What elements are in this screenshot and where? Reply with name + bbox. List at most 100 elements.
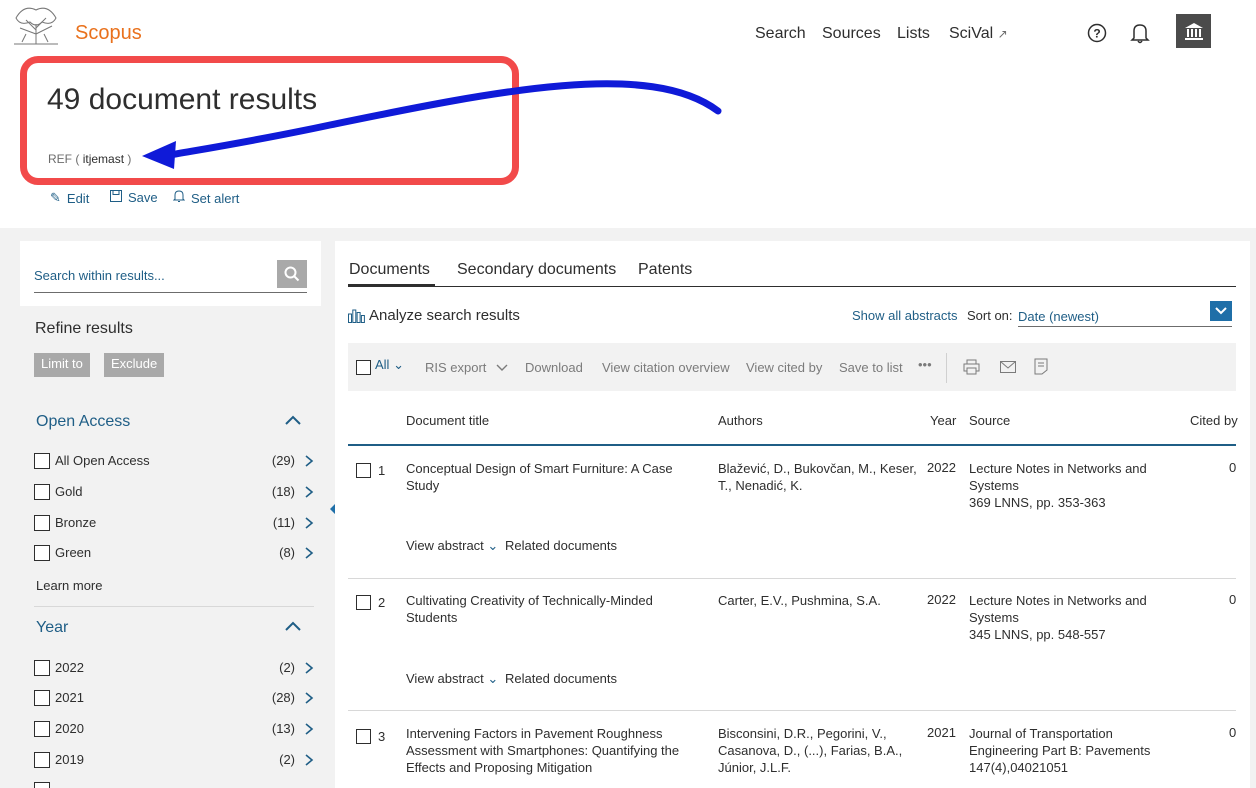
print-icon[interactable] [963, 359, 980, 375]
edit-button[interactable]: ✎ Edit [50, 190, 89, 206]
search-within-input[interactable]: Search within results... [34, 268, 165, 283]
facet-open-access-green[interactable]: Green (8) [34, 544, 314, 564]
facet-year-2022[interactable]: 2022 (2) [34, 659, 314, 679]
results-panel: Documents Secondary documents Patents An… [335, 241, 1250, 788]
related-documents-link[interactable]: Related documents [505, 538, 617, 553]
set-alert-button[interactable]: Set alert [172, 190, 239, 206]
facet-open-access-gold[interactable]: Gold (18) [34, 483, 314, 503]
elsevier-tree-logo[interactable] [12, 4, 60, 46]
checkbox[interactable] [34, 484, 50, 500]
email-icon[interactable] [1000, 361, 1016, 373]
select-all-dropdown[interactable]: All ⌄ [375, 357, 404, 373]
checkbox[interactable] [34, 690, 50, 706]
year-heading[interactable]: Year [36, 619, 68, 637]
checkbox[interactable] [34, 752, 50, 768]
chevron-right-icon[interactable] [304, 723, 314, 735]
view-abstract-button[interactable]: View abstract ⌄ [406, 671, 498, 687]
checkbox[interactable] [34, 545, 50, 561]
results-toolbar: All ⌄ RIS export Download View citation … [348, 343, 1236, 391]
document-title-link[interactable]: Conceptual Design of Smart Furniture: A … [406, 460, 706, 494]
column-year[interactable]: Year [930, 413, 956, 428]
download-button[interactable]: Download [525, 360, 583, 375]
row-number: 2 [378, 595, 386, 610]
authors-link[interactable]: Carter, E.V., Pushmina, S.A. [718, 592, 918, 609]
help-icon[interactable]: ? [1085, 21, 1109, 45]
column-document-title[interactable]: Document title [406, 413, 489, 428]
tab-documents[interactable]: Documents [349, 261, 430, 279]
floppy-disk-icon [110, 190, 122, 205]
cited-by-count[interactable]: 0 [1229, 725, 1236, 740]
search-query: REF ( itjemast ) [48, 152, 132, 166]
facet-divider [34, 606, 314, 607]
row-checkbox[interactable] [356, 463, 371, 478]
chevron-right-icon[interactable] [304, 754, 314, 766]
related-documents-link[interactable]: Related documents [505, 671, 617, 686]
checkbox[interactable] [34, 660, 50, 676]
search-icon[interactable] [277, 260, 307, 288]
bell-icon[interactable] [1128, 21, 1152, 45]
source-link[interactable]: Lecture Notes in Networks and Systems 36… [969, 460, 1179, 511]
chevron-right-icon[interactable] [304, 455, 314, 467]
facet-year-partial[interactable] [34, 781, 314, 788]
chevron-right-icon[interactable] [304, 547, 314, 559]
chevron-up-icon[interactable] [285, 621, 301, 631]
bell-outline-icon [172, 190, 186, 206]
checkbox[interactable] [34, 515, 50, 531]
chevron-right-icon[interactable] [304, 486, 314, 498]
open-access-heading[interactable]: Open Access [36, 413, 130, 431]
institution-icon[interactable] [1176, 14, 1211, 48]
sort-select[interactable]: Date (newest) [1018, 309, 1232, 327]
more-options-button[interactable]: ••• [918, 357, 932, 372]
checkbox[interactable] [34, 453, 50, 469]
chevron-down-icon[interactable] [1210, 301, 1232, 321]
learn-more-link[interactable]: Learn more [36, 578, 102, 593]
chevron-down-icon: ⌄ [487, 538, 499, 553]
cited-by-count[interactable]: 0 [1229, 592, 1236, 607]
view-abstract-button[interactable]: View abstract ⌄ [406, 538, 498, 554]
authors-link[interactable]: Blažević, D., Bukovčan, M., Keser, T., N… [718, 460, 918, 494]
document-title-link[interactable]: Cultivating Creativity of Technically-Mi… [406, 592, 706, 626]
facet-year-2020[interactable]: 2020 (13) [34, 720, 314, 740]
chevron-right-icon[interactable] [304, 692, 314, 704]
tab-secondary-documents[interactable]: Secondary documents [457, 261, 616, 279]
ris-export-button[interactable]: RIS export [425, 360, 508, 375]
limit-to-button[interactable]: Limit to [34, 353, 90, 377]
save-to-list-button[interactable]: Save to list [839, 360, 903, 375]
cited-by-count[interactable]: 0 [1229, 460, 1236, 475]
row-checkbox[interactable] [356, 595, 371, 610]
column-authors[interactable]: Authors [718, 413, 763, 428]
save-search-button[interactable]: Save [110, 190, 158, 205]
facet-open-access-bronze[interactable]: Bronze (11) [34, 514, 314, 534]
view-cited-by-button[interactable]: View cited by [746, 360, 822, 375]
checkbox[interactable] [34, 782, 50, 788]
scopus-brand[interactable]: Scopus [75, 22, 142, 45]
column-cited-by[interactable]: Cited by [1190, 413, 1238, 428]
tab-patents[interactable]: Patents [638, 261, 692, 279]
chevron-right-icon[interactable] [304, 662, 314, 674]
header-divider [348, 444, 1236, 446]
authors-link[interactable]: Bisconsini, D.R., Pegorini, V., Casanova… [718, 725, 918, 776]
facet-open-access-all[interactable]: All Open Access (29) [34, 452, 314, 472]
nav-search[interactable]: Search [755, 25, 806, 43]
chevron-right-icon[interactable] [304, 517, 314, 529]
nav-sources[interactable]: Sources [822, 25, 881, 43]
view-citation-overview-button[interactable]: View citation overview [602, 360, 730, 375]
facet-year-2019[interactable]: 2019 (2) [34, 751, 314, 771]
show-all-abstracts-link[interactable]: Show all abstracts [852, 308, 958, 323]
source-link[interactable]: Journal of Transportation Engineering Pa… [969, 725, 1179, 776]
source-link[interactable]: Lecture Notes in Networks and Systems 34… [969, 592, 1179, 643]
nav-lists[interactable]: Lists [897, 25, 930, 43]
document-title-link[interactable]: Intervening Factors in Pavement Roughnes… [406, 725, 706, 776]
select-all-checkbox[interactable] [356, 360, 371, 375]
row-checkbox[interactable] [356, 729, 371, 744]
column-source[interactable]: Source [969, 413, 1010, 428]
row-number: 1 [378, 463, 386, 478]
facet-year-2021[interactable]: 2021 (28) [34, 689, 314, 709]
chevron-up-icon[interactable] [285, 415, 301, 425]
analyze-search-results-button[interactable]: Analyze search results [348, 307, 520, 324]
checkbox[interactable] [34, 721, 50, 737]
bibliography-icon[interactable] [1034, 358, 1048, 375]
exclude-button[interactable]: Exclude [104, 353, 165, 377]
chevron-down-icon: ⌄ [393, 357, 404, 372]
nav-scival[interactable]: SciVal ↗ [949, 25, 1008, 43]
